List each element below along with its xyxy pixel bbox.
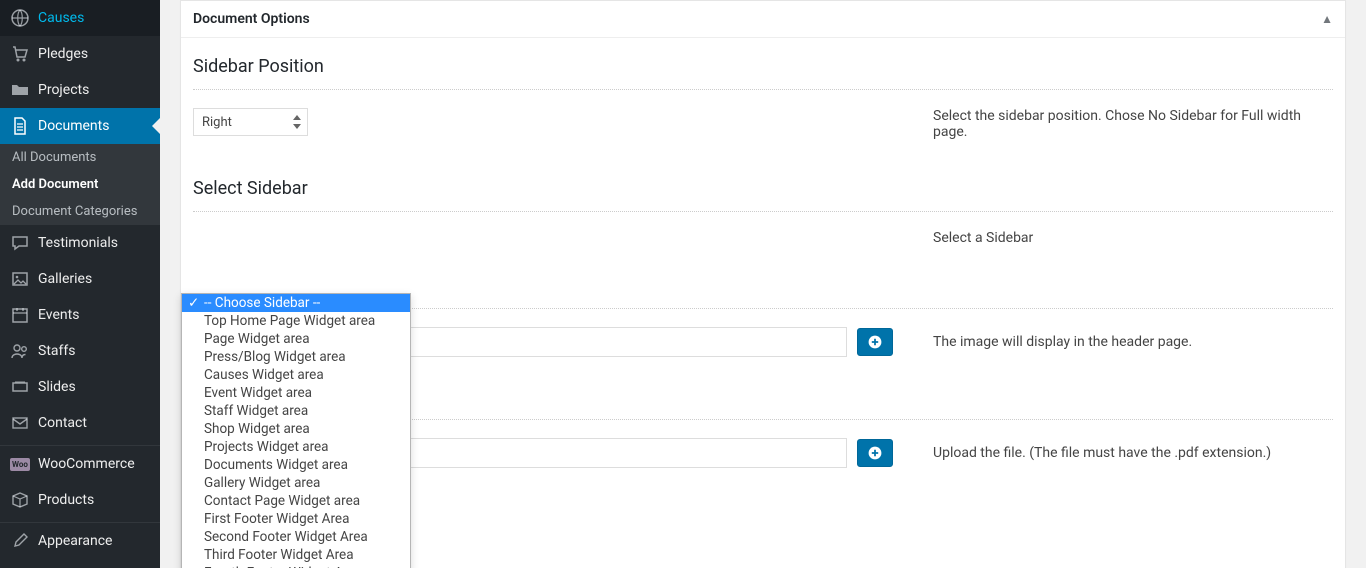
dropdown-option[interactable]: Projects Widget area — [182, 438, 410, 456]
plus-circle-icon — [867, 334, 883, 350]
brush-icon — [10, 531, 30, 551]
mail-icon — [10, 413, 30, 433]
sidebar-item-documents[interactable]: Documents — [0, 108, 160, 144]
panel-body: Sidebar Position Right Select the sideba… — [181, 38, 1345, 568]
select-sidebar-description: Select a Sidebar — [933, 230, 1333, 246]
sidebar-item-label: Projects — [38, 82, 89, 98]
folder-icon — [10, 80, 30, 100]
sidebar-item-testimonials[interactable]: Testimonials — [0, 225, 160, 261]
divider — [193, 89, 1333, 90]
sidebar-item-galleries[interactable]: Galleries — [0, 261, 160, 297]
calendar-icon — [10, 305, 30, 325]
woo-icon: Woo — [10, 454, 30, 474]
plus-circle-icon — [867, 445, 883, 461]
document-options-panel: Document Options ▲ Sidebar Position Righ… — [180, 0, 1346, 568]
dropdown-option[interactable]: -- Choose Sidebar -- — [182, 294, 410, 312]
dropdown-option[interactable]: Top Home Page Widget area — [182, 312, 410, 330]
main-content: Document Options ▲ Sidebar Position Righ… — [160, 0, 1366, 568]
sidebar-item-label: Causes — [38, 10, 84, 26]
header-image-description: The image will display in the header pag… — [933, 334, 1333, 350]
select-sidebar-dropdown[interactable]: -- Choose Sidebar --Top Home Page Widget… — [181, 293, 411, 568]
submenu-item-add-document[interactable]: Add Document — [0, 171, 160, 198]
panel-header[interactable]: Document Options ▲ — [181, 1, 1345, 38]
sidebar-item-label: Staffs — [38, 343, 75, 359]
upload-file-description: Upload the file. (The file must have the… — [933, 445, 1333, 461]
sidebar-item-label: Testimonials — [38, 235, 118, 251]
sidebar-item-label: Contact — [38, 415, 87, 431]
dropdown-option[interactable]: Second Footer Widget Area — [182, 528, 410, 546]
add-header-image-button[interactable] — [857, 328, 893, 356]
dropdown-option[interactable]: Causes Widget area — [182, 366, 410, 384]
admin-sidebar: Causes Pledges Projects Documents All Do… — [0, 0, 160, 568]
sidebar-item-contact[interactable]: Contact — [0, 405, 160, 441]
row-select-sidebar: Select a Sidebar — [193, 230, 1333, 246]
slides-icon — [10, 377, 30, 397]
divider — [193, 211, 1333, 212]
row-sidebar-position: Right Select the sidebar position. Chose… — [193, 108, 1333, 140]
dropdown-option[interactable]: Event Widget area — [182, 384, 410, 402]
sidebar-item-label: Documents — [38, 118, 109, 134]
sidebar-item-staffs[interactable]: Staffs — [0, 333, 160, 369]
sidebar-position-description: Select the sidebar position. Chose No Si… — [933, 108, 1333, 140]
dropdown-option[interactable]: Staff Widget area — [182, 402, 410, 420]
sidebar-item-label: WooCommerce — [38, 456, 135, 472]
sidebar-item-woocommerce[interactable]: Woo WooCommerce — [0, 446, 160, 482]
sidebar-item-appearance[interactable]: Appearance — [0, 523, 160, 559]
dropdown-option[interactable]: Gallery Widget area — [182, 474, 410, 492]
dropdown-option[interactable]: Fourth Footer Widget Area — [182, 564, 410, 568]
submenu-item-all-documents[interactable]: All Documents — [0, 144, 160, 171]
dropdown-option[interactable]: Contact Page Widget area — [182, 492, 410, 510]
sidebar-item-label: Galleries — [38, 271, 92, 287]
globe-icon — [10, 8, 30, 28]
dropdown-option[interactable]: Page Widget area — [182, 330, 410, 348]
sidebar-item-label: Appearance — [38, 533, 112, 549]
select-value: Right — [202, 115, 232, 130]
sidebar-item-pledges[interactable]: Pledges — [0, 36, 160, 72]
dropdown-option[interactable]: Documents Widget area — [182, 456, 410, 474]
sidebar-item-projects[interactable]: Projects — [0, 72, 160, 108]
add-upload-file-button[interactable] — [857, 439, 893, 467]
image-icon — [10, 269, 30, 289]
section-title-sidebar-position: Sidebar Position — [193, 56, 1333, 77]
sidebar-item-label: Slides — [38, 379, 76, 395]
section-title-select-sidebar: Select Sidebar — [193, 178, 1333, 199]
chat-icon — [10, 233, 30, 253]
sidebar-submenu-documents: All Documents Add Document Document Cate… — [0, 144, 160, 225]
dropdown-option[interactable]: Shop Widget area — [182, 420, 410, 438]
sidebar-item-events[interactable]: Events — [0, 297, 160, 333]
sidebar-item-slides[interactable]: Slides — [0, 369, 160, 405]
file-icon — [10, 116, 30, 136]
sidebar-position-select[interactable]: Right — [193, 108, 308, 136]
sidebar-item-label: Pledges — [38, 46, 88, 62]
dropdown-option[interactable]: Press/Blog Widget area — [182, 348, 410, 366]
sidebar-item-causes[interactable]: Causes — [0, 0, 160, 36]
dropdown-option[interactable]: Third Footer Widget Area — [182, 546, 410, 564]
cart-icon — [10, 44, 30, 64]
submenu-item-document-categories[interactable]: Document Categories — [0, 198, 160, 225]
sidebar-item-products[interactable]: Products — [0, 482, 160, 518]
collapse-icon[interactable]: ▲ — [1321, 12, 1333, 26]
dropdown-option[interactable]: First Footer Widget Area — [182, 510, 410, 528]
box-icon — [10, 490, 30, 510]
sidebar-item-label: Products — [38, 492, 94, 508]
people-icon — [10, 341, 30, 361]
panel-title: Document Options — [193, 11, 310, 27]
sidebar-item-label: Events — [38, 307, 79, 323]
